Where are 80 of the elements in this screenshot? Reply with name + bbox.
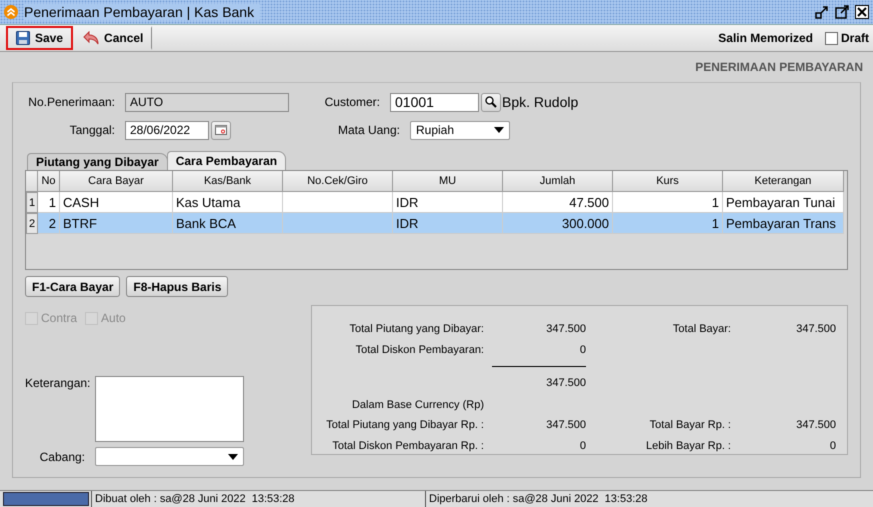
field-label: Customer: (324, 95, 381, 109)
close-icon[interactable] (855, 5, 869, 19)
input-field[interactable]: 01001 (390, 92, 479, 112)
search-button[interactable] (481, 92, 501, 112)
date-field[interactable]: 28/06/2022 (125, 120, 209, 140)
maximize-icon[interactable] (835, 5, 849, 19)
field-label: Cabang: (38, 450, 86, 464)
window-title: Penerimaan Pembayaran | Kas Bank (24, 4, 260, 20)
search-icon (485, 96, 497, 108)
customer-name: Bpk. Rudolp (502, 94, 578, 110)
table-cell: 1 (613, 192, 723, 213)
summary-label: Total Piutang yang Dibayar Rp. : (326, 418, 484, 430)
column-header: No.Cek/Giro (283, 171, 393, 192)
summary-value: 347.500 (796, 322, 836, 334)
tab[interactable]: Piutang yang Dibayar (27, 153, 168, 170)
dropdown-caret-icon (228, 454, 238, 460)
currency-dropdown[interactable]: Rupiah (410, 120, 510, 140)
field-label: No.Penerimaan: (27, 95, 116, 109)
checkbox-label: Contra (41, 311, 78, 325)
summary-label: Total Bayar Rp. : (650, 418, 731, 430)
summary-value: 347.500 (546, 376, 586, 388)
summary-label: Total Bayar: (672, 322, 731, 334)
memorized-label: Salin Memorized (718, 31, 813, 45)
table-cell: IDR (393, 213, 503, 234)
cancel-button[interactable]: Cancel (73, 26, 152, 50)
table-cell: IDR (393, 192, 503, 213)
table-cell: 300.000 (503, 213, 613, 234)
dropdown-caret-icon (494, 127, 504, 133)
table-cell: Pembayaran Tunai (723, 192, 844, 213)
table-cell: Bank BCA (173, 213, 283, 234)
summary-value: 347.500 (546, 418, 586, 430)
draft-label: Draft (840, 31, 869, 45)
table-cell: BTRF (60, 213, 173, 234)
input-field[interactable]: AUTO (125, 92, 289, 112)
summary-value: 347.500 (796, 418, 836, 430)
column-header: Cara Bayar (60, 171, 173, 192)
table-action-button[interactable]: F1-Cara Bayar (25, 276, 120, 297)
calendar-icon (215, 125, 227, 135)
column-header: No (38, 171, 60, 192)
table-cell: 1 (38, 192, 60, 213)
column-header: Jumlah (503, 171, 613, 192)
status-text: Dibuat oleh : sa@28 Juni 2022 13:53:28 (91, 491, 425, 507)
summary-value: 0 (580, 440, 586, 452)
column-header: Kurs (613, 171, 723, 192)
field-label: Tanggal: (68, 123, 116, 137)
summary-label: Total Piutang yang Dibayar: (349, 322, 484, 334)
save-button[interactable]: Save (6, 26, 74, 50)
column-header: MU (393, 171, 503, 192)
summary-value: 0 (830, 440, 836, 452)
table-cell: Kas Utama (173, 192, 283, 213)
column-header: Kas/Bank (173, 171, 283, 192)
table-corner (26, 171, 38, 192)
status-text: Diperbarui oleh : sa@28 Juni 2022 13:53:28 (425, 491, 873, 507)
table-cell: Pembayaran Trans (723, 213, 844, 234)
summary-value: 347.500 (546, 322, 586, 334)
summary-heading: Dalam Base Currency (Rp) (352, 399, 484, 411)
table-action-button[interactable]: F8-Hapus Baris (126, 276, 228, 297)
field-label: Mata Uang: (336, 123, 401, 137)
notes-field[interactable] (95, 376, 244, 442)
table-cell: 2 (38, 213, 60, 234)
draft-checkbox[interactable] (824, 32, 838, 44)
table-cell: CASH (60, 192, 173, 213)
summary-label: Total Diskon Pembayaran Rp. : (332, 440, 484, 452)
form-title: PENERIMAAN PEMBAYARAN (695, 60, 863, 74)
field-label: Keterangan: (25, 376, 92, 390)
app-logo-icon (4, 5, 18, 19)
checkbox-label: Auto (101, 311, 126, 325)
table-cell: 47.500 (503, 192, 613, 213)
calendar-button[interactable] (211, 120, 231, 140)
summary-label: Lebih Bayar Rp. : (646, 440, 731, 452)
row-header: 1 (26, 192, 38, 213)
tab[interactable]: Cara Pembayaran (166, 151, 286, 170)
summary-value: 0 (580, 344, 586, 356)
table-cell: 1 (613, 213, 723, 234)
column-header: Keterangan (723, 171, 844, 192)
summary-label: Total Diskon Pembayaran: (356, 344, 484, 356)
restore-icon[interactable] (815, 5, 829, 19)
branch-dropdown[interactable] (95, 447, 244, 466)
undo-arrow-icon (83, 31, 100, 45)
row-header: 2 (26, 213, 38, 234)
